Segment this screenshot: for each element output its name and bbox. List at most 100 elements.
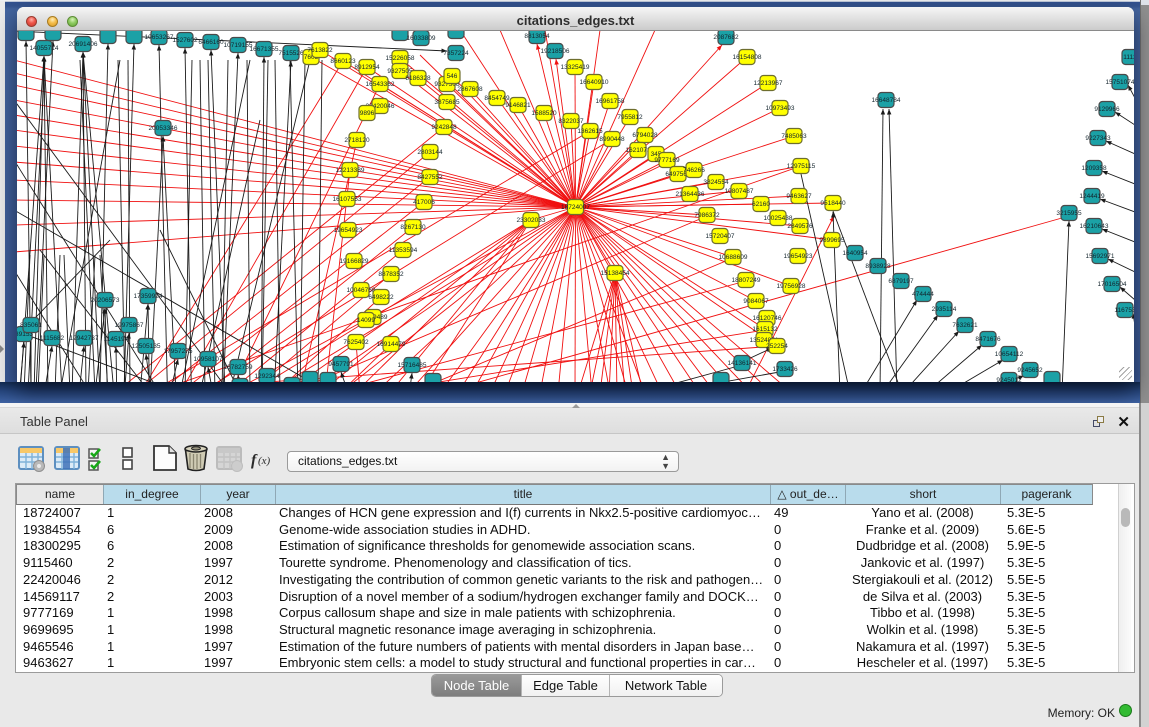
svg-text:19756928: 19756928 [777, 283, 806, 290]
svg-text:2803144: 2803144 [417, 149, 443, 156]
svg-text:9084067: 9084067 [743, 298, 769, 305]
svg-text:17957275: 17957275 [164, 348, 193, 355]
svg-text:1209358: 1209358 [1081, 165, 1107, 172]
svg-text:8912954: 8912954 [354, 64, 380, 71]
svg-text:19218506: 19218506 [541, 48, 570, 55]
svg-text:8267130: 8267130 [400, 224, 426, 231]
svg-text:3875685: 3875685 [434, 99, 460, 106]
svg-text:8454749: 8454749 [484, 95, 510, 102]
svg-text:1362615: 1362615 [577, 128, 603, 135]
svg-text:2718120: 2718120 [344, 137, 370, 144]
svg-text:2087682: 2087682 [713, 34, 739, 41]
svg-text:16671355: 16671355 [250, 46, 279, 53]
svg-text:20691406: 20691406 [69, 41, 98, 48]
svg-text:23302033: 23302033 [517, 217, 546, 224]
svg-text:474444: 474444 [912, 291, 934, 298]
svg-text:19975867: 19975867 [115, 322, 144, 329]
svg-text:7632621: 7632621 [952, 322, 978, 329]
svg-text:8813054: 8813054 [524, 33, 550, 40]
svg-text:19654923: 19654923 [334, 227, 363, 234]
svg-text:19654923: 19654923 [784, 253, 813, 260]
svg-text:18724007: 18724007 [561, 204, 590, 211]
svg-text:9899695: 9899695 [819, 237, 845, 244]
svg-text:7955812: 7955812 [617, 114, 643, 121]
svg-text:12213967: 12213967 [754, 80, 783, 87]
svg-text:7485063: 7485063 [781, 133, 807, 140]
svg-text:17016504: 17016504 [1098, 281, 1127, 288]
svg-text:10958107: 10958107 [194, 356, 223, 363]
svg-text:8471676: 8471676 [975, 336, 1001, 343]
svg-text:7986372: 7986372 [694, 212, 720, 219]
svg-text:16640910: 16640910 [580, 79, 609, 86]
svg-text:12505135: 12505135 [132, 343, 161, 350]
svg-text:16914479: 16914479 [377, 341, 406, 348]
svg-text:9227343: 9227343 [1085, 135, 1111, 142]
svg-text:16648784: 16648784 [872, 97, 901, 104]
svg-text:9245652: 9245652 [1017, 367, 1043, 374]
svg-text:15751074: 15751074 [1106, 79, 1134, 86]
svg-text:8660123: 8660123 [330, 58, 356, 65]
svg-text:8427552: 8427552 [417, 174, 443, 181]
svg-text:9146821: 9146821 [505, 102, 531, 109]
svg-text:1621072: 1621072 [625, 147, 651, 154]
svg-text:16107553: 16107553 [333, 196, 362, 203]
svg-text:14136141: 14136141 [728, 360, 757, 367]
svg-text:1733426: 1733426 [772, 366, 798, 373]
svg-text:8878352: 8878352 [378, 271, 404, 278]
svg-text:15716485: 15716485 [398, 362, 427, 369]
svg-text:6498222: 6498222 [368, 294, 394, 301]
svg-text:417006: 417006 [413, 199, 435, 206]
svg-text:16033809: 16033809 [407, 35, 436, 42]
svg-text:1115682: 1115682 [40, 335, 65, 342]
svg-text:11353594: 11353594 [389, 247, 418, 254]
svg-text:15720407: 15720407 [706, 233, 735, 240]
svg-text:12975115: 12975115 [787, 163, 816, 170]
svg-text:9463627: 9463627 [786, 193, 812, 200]
svg-text:1527602: 1527602 [172, 37, 198, 44]
svg-text:7357224: 7357224 [443, 50, 469, 57]
svg-text:19166829: 19166829 [340, 258, 369, 265]
svg-text:15138454: 15138454 [601, 270, 630, 277]
svg-text:10046768: 10046768 [347, 287, 376, 294]
svg-text:14055714: 14055714 [30, 45, 59, 52]
svg-text:835061: 835061 [20, 322, 42, 329]
svg-text:10973493: 10973493 [766, 105, 795, 112]
svg-text:1588520: 1588520 [531, 110, 557, 117]
svg-text:13325419: 13325419 [561, 64, 590, 71]
svg-text:9457791: 9457791 [328, 361, 354, 368]
svg-text:6466160: 6466160 [198, 39, 224, 46]
svg-text:2935114: 2935114 [932, 306, 957, 313]
svg-text:20053346: 20053346 [149, 125, 178, 132]
svg-text:6879197: 6879197 [888, 278, 914, 285]
svg-text:16210643: 16210643 [1080, 223, 1109, 230]
svg-text:9242848: 9242848 [431, 124, 457, 131]
svg-text:8186328: 8186328 [405, 75, 431, 82]
svg-text:9777169: 9777169 [654, 157, 680, 164]
svg-text:1112: 1112 [1123, 54, 1134, 61]
svg-text:6794028: 6794028 [632, 132, 658, 139]
svg-text:10653267: 10653267 [145, 34, 174, 41]
svg-text:17359924: 17359924 [134, 293, 163, 300]
svg-text:10719155: 10719155 [224, 42, 253, 49]
svg-text:252254: 252254 [766, 343, 788, 350]
svg-text:1244419: 1244419 [1079, 193, 1105, 200]
svg-text:f: f [251, 452, 258, 469]
svg-text:14099: 14099 [357, 317, 375, 324]
svg-text:15226058: 15226058 [386, 55, 415, 62]
svg-text:9896: 9896 [360, 110, 375, 117]
svg-text:8990448: 8990448 [599, 136, 625, 143]
svg-text:7625402: 7625402 [343, 339, 369, 346]
svg-text:116753: 116753 [1114, 307, 1134, 314]
svg-text:9129966: 9129966 [1094, 106, 1120, 113]
svg-text:8938928: 8938928 [865, 263, 891, 270]
svg-text:10688609: 10688609 [719, 254, 748, 261]
svg-text:(x): (x) [258, 455, 271, 467]
svg-text:12942737: 12942737 [70, 335, 99, 342]
svg-text:16961758: 16961758 [596, 98, 625, 105]
svg-text:3215955: 3215955 [1056, 210, 1082, 217]
svg-text:746266: 746266 [683, 167, 705, 174]
svg-text:1640954: 1640954 [842, 250, 868, 257]
svg-text:9327505: 9327505 [387, 68, 413, 75]
svg-text:10654112: 10654112 [995, 351, 1024, 358]
svg-text:16543362: 16543362 [366, 81, 395, 88]
